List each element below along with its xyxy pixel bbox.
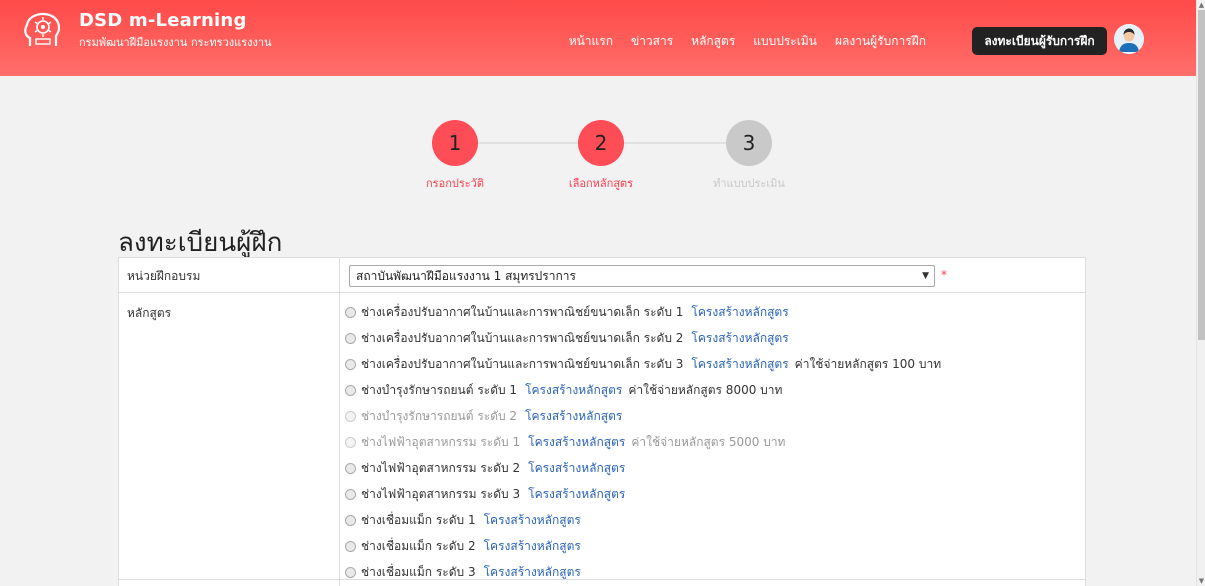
course-name: ช่างไฟฟ้าอุตสาหกรรม ระดับ 3 xyxy=(361,486,521,501)
nav-trainee-works[interactable]: ผลงานผู้รับการฝึก xyxy=(835,32,926,51)
brain-head-icon[interactable] xyxy=(22,12,68,50)
course-radio[interactable] xyxy=(345,306,356,318)
course-option: ช่างบำรุงรักษารถยนต์ ระดับ 2 โครงสร้างหลั… xyxy=(345,407,622,425)
main-nav: หน้าแรก ข่าวสาร หลักสูตร แบบประเมิน ผลงา… xyxy=(569,32,926,51)
course-option[interactable]: ช่างบำรุงรักษารถยนต์ ระดับ 1 โครงสร้างหลั… xyxy=(345,381,782,399)
page-scrollbar[interactable]: ▲ ▼ xyxy=(1196,0,1205,586)
step-3-label: ทำแบบประเมิน xyxy=(713,177,785,190)
register-trainee-button[interactable]: ลงทะเบียนผู้รับการฝึก xyxy=(972,27,1107,55)
course-structure-link[interactable]: โครงสร้างหลักสูตร xyxy=(484,511,581,530)
course-structure-link[interactable]: โครงสร้างหลักสูตร xyxy=(528,459,625,478)
course-option[interactable]: ช่างเครื่องปรับอากาศในบ้านและการพาณิชย์ข… xyxy=(345,303,789,321)
registration-form: หน่วยฝึกอบรม สถาบันพัฒนาฝีมือแรงงาน 1 สม… xyxy=(118,257,1086,586)
course-structure-link[interactable]: โครงสร้างหลักสูตร xyxy=(525,381,622,400)
course-structure-link[interactable]: โครงสร้างหลักสูตร xyxy=(691,355,788,374)
training-unit-row: หน่วยฝึกอบรม สถาบันพัฒนาฝีมือแรงงาน 1 สม… xyxy=(119,258,1085,293)
step-connector xyxy=(624,142,728,144)
course-option[interactable]: ช่างเครื่องปรับอากาศในบ้านและการพาณิชย์ข… xyxy=(345,329,789,347)
column-divider xyxy=(339,258,340,586)
course-option: ช่างไฟฟ้าอุตสาหกรรม ระดับ 1 โครงสร้างหลัก… xyxy=(345,433,785,451)
course-name: ช่างบำรุงรักษารถยนต์ ระดับ 1 xyxy=(361,382,518,397)
required-asterisk: * xyxy=(941,268,947,282)
course-name: ช่างเครื่องปรับอากาศในบ้านและการพาณิชย์ข… xyxy=(361,304,684,319)
brand-subtitle: กรมพัฒนาฝีมือแรงงาน กระทรวงแรงงาน xyxy=(79,36,272,49)
course-name: ช่างเครื่องปรับอากาศในบ้านและการพาณิชย์ข… xyxy=(361,356,684,371)
course-radio[interactable] xyxy=(345,566,356,578)
scrollbar-thumb[interactable] xyxy=(1198,10,1205,340)
course-option[interactable]: ช่างไฟฟ้าอุตสาหกรรม ระดับ 3 โครงสร้างหลัก… xyxy=(345,485,625,503)
course-structure-link[interactable]: โครงสร้างหลักสูตร xyxy=(528,485,625,504)
course-radio[interactable] xyxy=(345,540,356,552)
course-name: ช่างบำรุงรักษารถยนต์ ระดับ 2 xyxy=(361,408,518,423)
course-radio[interactable] xyxy=(345,462,356,474)
course-radio[interactable] xyxy=(345,384,356,396)
course-option[interactable]: ช่างเชื่อมแม็ก ระดับ 1 โครงสร้างหลักสูตร xyxy=(345,511,581,529)
course-name: ช่างเชื่อมแม็ก ระดับ 2 xyxy=(361,538,476,553)
page: DSD m-Learning กรมพัฒนาฝีมือแรงงาน กระทร… xyxy=(0,0,1205,586)
course-radio[interactable] xyxy=(345,488,356,500)
course-option[interactable]: ช่างเชื่อมแม็ก ระดับ 2 โครงสร้างหลักสูตร xyxy=(345,537,581,555)
top-navbar: DSD m-Learning กรมพัฒนาฝีมือแรงงาน กระทร… xyxy=(0,0,1196,76)
course-name: ช่างเชื่อมแม็ก ระดับ 1 xyxy=(361,512,476,527)
course-structure-link[interactable]: โครงสร้างหลักสูตร xyxy=(525,407,622,426)
course-option[interactable]: ช่างไฟฟ้าอุตสาหกรรม ระดับ 2 โครงสร้างหลัก… xyxy=(345,459,625,477)
course-structure-link[interactable]: โครงสร้างหลักสูตร xyxy=(691,329,788,348)
nav-courses[interactable]: หลักสูตร xyxy=(691,32,735,51)
step-2-circle: 2 xyxy=(578,120,624,166)
course-structure-link[interactable]: โครงสร้างหลักสูตร xyxy=(528,433,625,452)
course-name: ช่างไฟฟ้าอุตสาหกรรม ระดับ 2 xyxy=(361,460,521,475)
step-3-circle: 3 xyxy=(726,120,772,166)
nav-home[interactable]: หน้าแรก xyxy=(569,32,613,51)
nav-news[interactable]: ข่าวสาร xyxy=(631,32,673,51)
course-radio[interactable] xyxy=(345,332,356,344)
training-unit-value: สถาบันพัฒนาฝีมือแรงงาน 1 สมุทรปราการ xyxy=(356,269,576,283)
course-label: หลักสูตร xyxy=(127,306,172,320)
course-fee: ค่าใช้จ่ายหลักสูตร 100 บาท xyxy=(794,356,942,371)
step-1-circle: 1 xyxy=(432,120,478,166)
course-radio xyxy=(345,436,356,448)
user-avatar-icon[interactable] xyxy=(1114,24,1144,54)
step-1-label: กรอกประวัติ xyxy=(426,177,484,190)
row-divider xyxy=(119,579,1085,580)
nav-assessment[interactable]: แบบประเมิน xyxy=(753,32,817,51)
course-radio[interactable] xyxy=(345,514,356,526)
course-structure-link[interactable]: โครงสร้างหลักสูตร xyxy=(691,303,788,322)
step-connector xyxy=(478,142,580,144)
course-radio[interactable] xyxy=(345,358,356,370)
course-structure-link[interactable]: โครงสร้างหลักสูตร xyxy=(484,537,581,556)
course-radio xyxy=(345,410,356,422)
step-2-label: เลือกหลักสูตร xyxy=(568,177,634,190)
course-option[interactable]: ช่างเครื่องปรับอากาศในบ้านและการพาณิชย์ข… xyxy=(345,355,941,373)
training-unit-label: หน่วยฝึกอบรม xyxy=(127,269,201,283)
brand-title[interactable]: DSD m-Learning xyxy=(79,10,247,31)
course-fee: ค่าใช้จ่ายหลักสูตร 8000 บาท xyxy=(628,382,783,397)
course-name: ช่างเครื่องปรับอากาศในบ้านและการพาณิชย์ข… xyxy=(361,330,684,345)
course-fee: ค่าใช้จ่ายหลักสูตร 5000 บาท xyxy=(631,434,786,449)
scroll-up-arrow-icon[interactable]: ▲ xyxy=(1198,1,1205,9)
scroll-down-arrow-icon[interactable]: ▼ xyxy=(1198,577,1205,585)
training-unit-select[interactable]: สถาบันพัฒนาฝีมือแรงงาน 1 สมุทรปราการ ▼ xyxy=(349,265,935,287)
dropdown-caret-icon: ▼ xyxy=(922,271,929,281)
course-name: ช่างไฟฟ้าอุตสาหกรรม ระดับ 1 xyxy=(361,434,521,449)
